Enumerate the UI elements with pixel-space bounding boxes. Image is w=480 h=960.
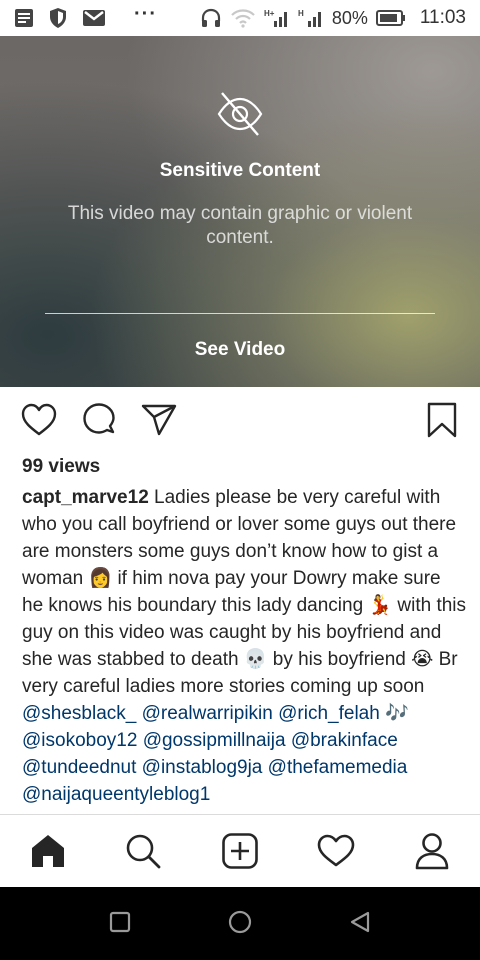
mention-link[interactable]: @realwarripikin — [142, 703, 273, 724]
notes-icon — [14, 8, 34, 28]
wifi-icon — [230, 8, 256, 28]
nav-new-post[interactable] — [218, 831, 262, 875]
music-emoji: 🎶 — [385, 703, 409, 724]
mention-link[interactable]: @naijaqueentyleblog1 — [22, 784, 210, 805]
comment-icon — [81, 402, 117, 443]
recents-icon — [109, 911, 131, 938]
signal-h-icon: H+ — [264, 8, 290, 28]
video-player[interactable]: Sensitive Content This video may contain… — [0, 36, 480, 387]
new-post-icon — [221, 832, 259, 875]
svg-text:H: H — [298, 9, 304, 18]
sensitive-content-description: This video may contain graphic or violen… — [67, 203, 413, 248]
mention-link[interactable]: @tundeednut — [22, 757, 136, 778]
battery-icon — [375, 9, 406, 27]
caption-username[interactable]: capt_marve12 — [22, 487, 149, 508]
heart-icon — [317, 834, 355, 873]
nav-search[interactable] — [121, 831, 165, 875]
mention-link[interactable]: @brakinface — [291, 730, 398, 751]
view-count: 99 views — [22, 456, 101, 477]
back-button[interactable] — [345, 909, 375, 939]
bookmark-icon — [426, 402, 458, 443]
signal-h-icon: H — [298, 8, 324, 28]
nav-activity[interactable] — [314, 831, 358, 875]
mention-link[interactable]: @rich_felah — [278, 703, 380, 724]
home-circle-icon — [227, 909, 253, 940]
system-navigation-bar — [0, 887, 480, 960]
bottom-navigation — [0, 814, 480, 887]
nav-profile[interactable] — [410, 831, 454, 875]
battery-percent: 80% — [331, 7, 368, 28]
mention-link[interactable]: @instablog9ja — [142, 757, 263, 778]
shield-icon — [48, 7, 68, 29]
mention-link[interactable]: @isokoboy12 — [22, 730, 137, 751]
search-icon — [124, 832, 162, 875]
nav-home[interactable] — [26, 831, 70, 875]
caption-text: Ladies please be very careful with who y… — [22, 487, 466, 697]
mention-link[interactable]: @gossipmillnaija — [143, 730, 286, 751]
post-actions — [0, 400, 480, 444]
like-button[interactable] — [19, 400, 59, 444]
see-video-button[interactable]: See Video — [140, 339, 340, 361]
save-button[interactable] — [422, 400, 462, 444]
home-system-button[interactable] — [225, 909, 255, 939]
status-bar: ··· H+ H 80% 11:03 — [0, 0, 480, 36]
share-button[interactable] — [139, 400, 179, 444]
headphones-icon — [200, 7, 222, 29]
post-caption: capt_marve12 Ladies please be very caref… — [22, 484, 466, 810]
divider — [45, 313, 435, 314]
eye-off-icon — [216, 90, 264, 138]
clock: 11:03 — [419, 7, 466, 28]
gmail-icon — [82, 9, 106, 27]
comment-button[interactable] — [79, 400, 119, 444]
recents-button[interactable] — [105, 909, 135, 939]
share-icon — [141, 403, 177, 442]
sensitive-content-title: Sensitive Content — [159, 160, 321, 181]
svg-text:H+: H+ — [264, 9, 275, 18]
heart-icon — [21, 403, 57, 442]
profile-icon — [414, 832, 450, 875]
mention-link[interactable]: @shesblack_ — [22, 703, 136, 724]
back-icon — [348, 910, 372, 939]
more-notifications-icon: ··· — [134, 3, 157, 25]
home-icon — [29, 833, 67, 874]
mention-link[interactable]: @thefamemedia — [268, 757, 408, 778]
